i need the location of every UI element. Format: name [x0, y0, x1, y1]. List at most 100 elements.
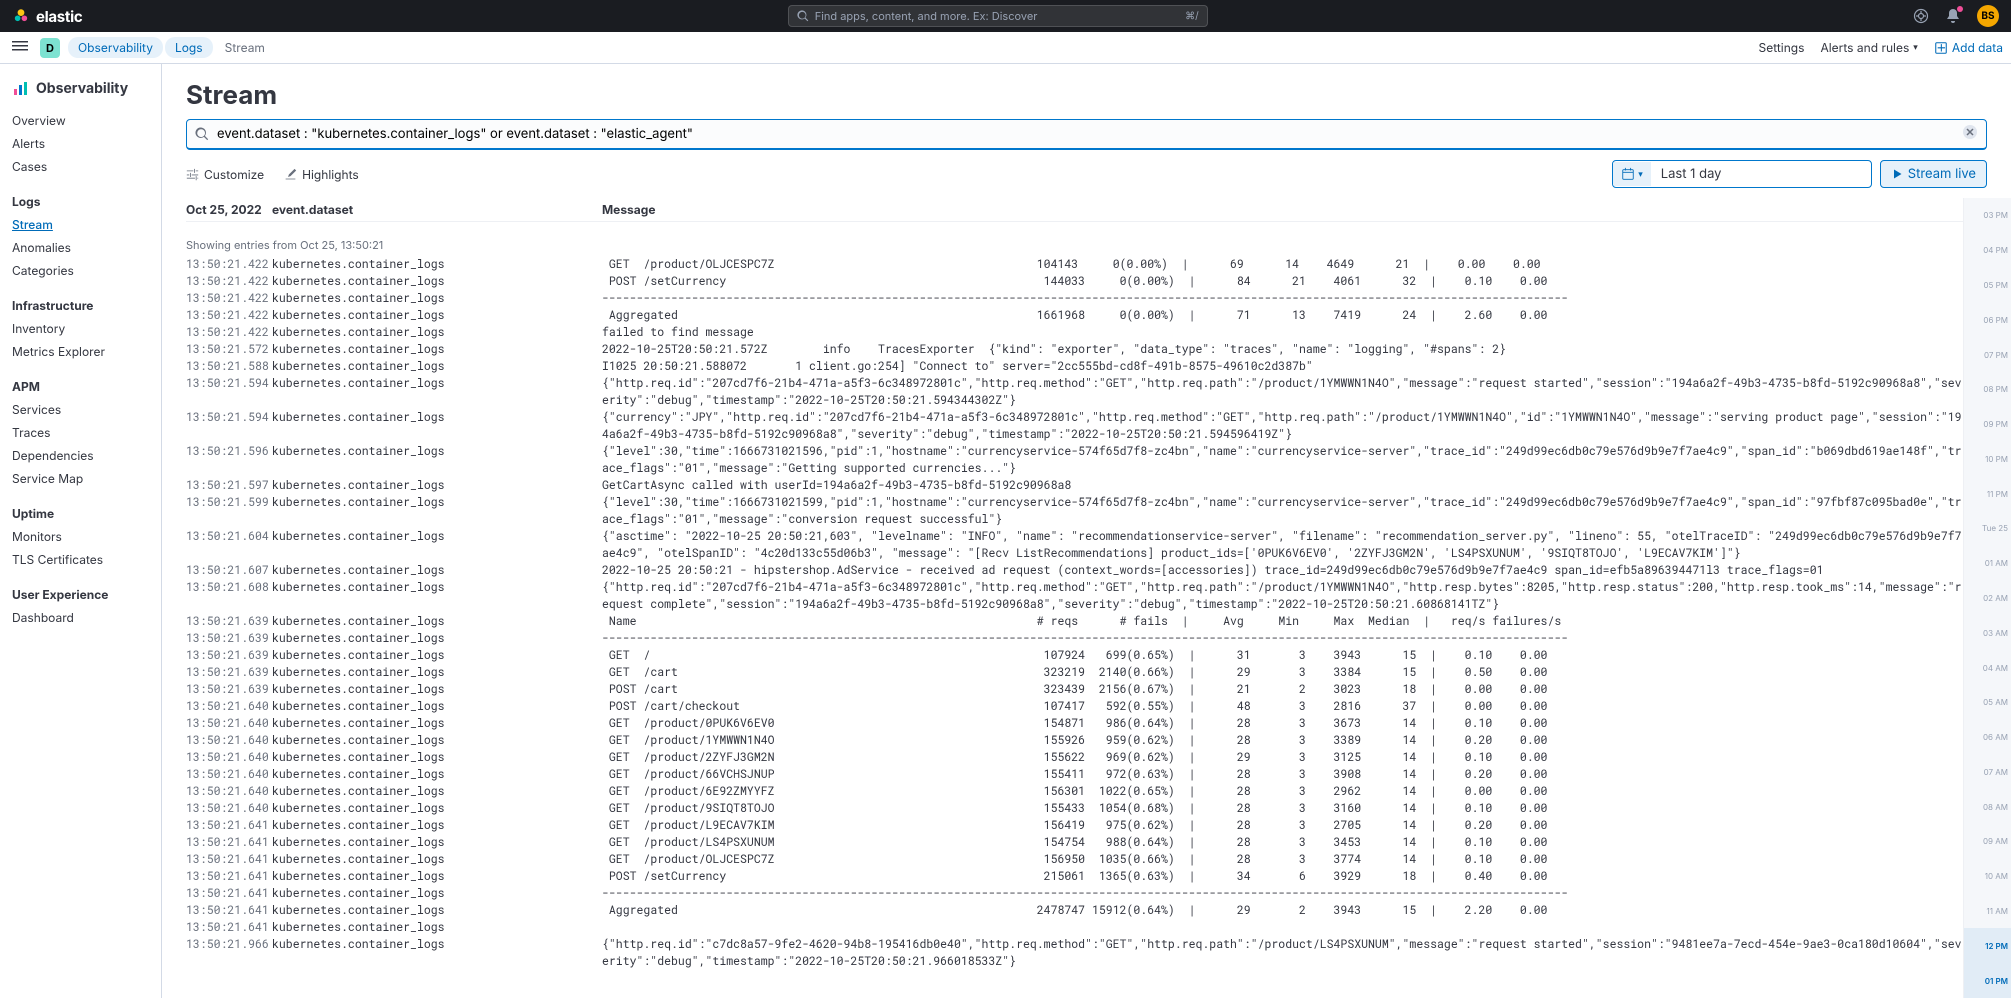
minimap-tick[interactable]: 12 PM: [1964, 928, 2011, 963]
log-row[interactable]: 13:50:21.594kubernetes.container_logs{"c…: [186, 409, 1963, 443]
minimap-tick[interactable]: 03 AM: [1964, 615, 2011, 650]
clear-query-icon[interactable]: [1962, 124, 1978, 144]
sidebar-item-anomalies[interactable]: Anomalies: [8, 236, 153, 259]
log-row[interactable]: 13:50:21.641kubernetes.container_logs GE…: [186, 817, 1963, 834]
minimap-tick[interactable]: 11 PM: [1964, 476, 2011, 511]
stream-live-button[interactable]: Stream live: [1880, 160, 1987, 188]
minimap-tick[interactable]: 10 PM: [1964, 441, 2011, 476]
log-dataset: kubernetes.container_logs: [272, 919, 602, 936]
query-bar[interactable]: [186, 119, 1987, 150]
minimap-tick[interactable]: 09 AM: [1964, 824, 2011, 859]
log-row[interactable]: 13:50:21.640kubernetes.container_logs GE…: [186, 749, 1963, 766]
minimap-tick[interactable]: 04 PM: [1964, 233, 2011, 268]
log-row[interactable]: 13:50:21.640kubernetes.container_logs GE…: [186, 732, 1963, 749]
date-range-display[interactable]: Last 1 day: [1651, 161, 1871, 187]
minimap-tick[interactable]: 07 PM: [1964, 337, 2011, 372]
query-input[interactable]: [217, 126, 1954, 142]
settings-link[interactable]: Settings: [1759, 40, 1805, 55]
log-message: {"http.req.id":"207cd7f6-21b4-471a-a5f3-…: [602, 579, 1963, 613]
log-minimap[interactable]: 03 PM04 PM05 PM06 PM07 PM08 PM09 PM10 PM…: [1963, 198, 2011, 998]
minimap-tick[interactable]: Tue 25: [1964, 511, 2011, 546]
minimap-tick[interactable]: 06 PM: [1964, 302, 2011, 337]
date-picker[interactable]: ▾ Last 1 day: [1612, 160, 1872, 188]
log-row[interactable]: 13:50:21.640kubernetes.container_logs PO…: [186, 698, 1963, 715]
log-row[interactable]: 13:50:21.607kubernetes.container_logs202…: [186, 562, 1963, 579]
log-row[interactable]: 13:50:21.639kubernetes.container_logs GE…: [186, 647, 1963, 664]
log-row[interactable]: 13:50:21.422kubernetes.container_logsfai…: [186, 324, 1963, 341]
minimap-tick[interactable]: 07 AM: [1964, 755, 2011, 790]
minimap-tick[interactable]: 08 PM: [1964, 372, 2011, 407]
log-row[interactable]: 13:50:21.641kubernetes.container_logs Ag…: [186, 902, 1963, 919]
minimap-tick[interactable]: 05 AM: [1964, 685, 2011, 720]
minimap-tick[interactable]: 09 PM: [1964, 407, 2011, 442]
log-row[interactable]: 13:50:21.966kubernetes.container_logs{"h…: [186, 936, 1963, 970]
log-row[interactable]: 13:50:21.572kubernetes.container_logs202…: [186, 341, 1963, 358]
alerts-rules-dropdown[interactable]: Alerts and rules ▾: [1820, 40, 1917, 55]
log-row[interactable]: 13:50:21.639kubernetes.container_logs GE…: [186, 664, 1963, 681]
sidebar-item-categories[interactable]: Categories: [8, 259, 153, 282]
sidebar-item-dashboard[interactable]: Dashboard: [8, 606, 153, 629]
minimap-tick[interactable]: 04 AM: [1964, 650, 2011, 685]
customize-button[interactable]: Customize: [186, 167, 264, 182]
sidebar-item-metrics-explorer[interactable]: Metrics Explorer: [8, 340, 153, 363]
minimap-tick[interactable]: 11 AM: [1964, 894, 2011, 929]
log-row[interactable]: 13:50:21.597kubernetes.container_logsGet…: [186, 477, 1963, 494]
log-row[interactable]: 13:50:21.604kubernetes.container_logs{"a…: [186, 528, 1963, 562]
help-icon[interactable]: [1913, 8, 1929, 24]
log-row[interactable]: 13:50:21.641kubernetes.container_logs GE…: [186, 834, 1963, 851]
sidebar-item-service-map[interactable]: Service Map: [8, 467, 153, 490]
sidebar-item-services[interactable]: Services: [8, 398, 153, 421]
log-row[interactable]: 13:50:21.640kubernetes.container_logs GE…: [186, 800, 1963, 817]
minimap-tick[interactable]: 01 AM: [1964, 546, 2011, 581]
sidebar-item-tls-certificates[interactable]: TLS Certificates: [8, 548, 153, 571]
log-row[interactable]: 13:50:21.422kubernetes.container_logs GE…: [186, 256, 1963, 273]
log-row[interactable]: 13:50:21.641kubernetes.container_logs: [186, 919, 1963, 936]
log-row[interactable]: 13:50:21.588kubernetes.container_logsI10…: [186, 358, 1963, 375]
minimap-tick[interactable]: 01 PM: [1964, 963, 2011, 998]
minimap-tick[interactable]: 06 AM: [1964, 720, 2011, 755]
sidebar-item-traces[interactable]: Traces: [8, 421, 153, 444]
minimap-tick[interactable]: 02 AM: [1964, 581, 2011, 616]
log-row[interactable]: 13:50:21.422kubernetes.container_logs PO…: [186, 273, 1963, 290]
log-row[interactable]: 13:50:21.641kubernetes.container_logs---…: [186, 885, 1963, 902]
log-row[interactable]: 13:50:21.596kubernetes.container_logs{"l…: [186, 443, 1963, 477]
sidebar-item-overview[interactable]: Overview: [8, 109, 153, 132]
minimap-tick[interactable]: 05 PM: [1964, 268, 2011, 303]
breadcrumb-logs[interactable]: Logs: [165, 37, 213, 58]
log-row[interactable]: 13:50:21.639kubernetes.container_logs---…: [186, 630, 1963, 647]
global-search[interactable]: Find apps, content, and more. Ex: Discov…: [788, 5, 1208, 27]
log-row[interactable]: 13:50:21.640kubernetes.container_logs GE…: [186, 783, 1963, 800]
log-row[interactable]: 13:50:21.639kubernetes.container_logs Na…: [186, 613, 1963, 630]
sidebar-item-alerts[interactable]: Alerts: [8, 132, 153, 155]
space-selector[interactable]: D: [40, 38, 60, 58]
sidebar-item-stream[interactable]: Stream: [8, 213, 153, 236]
user-avatar[interactable]: BS: [1977, 5, 1999, 27]
brand-logo[interactable]: elastic: [12, 7, 82, 26]
sidebar-item-monitors[interactable]: Monitors: [8, 525, 153, 548]
controls-icon: [186, 168, 199, 181]
log-row[interactable]: 13:50:21.594kubernetes.container_logs{"h…: [186, 375, 1963, 409]
minimap-tick[interactable]: 10 AM: [1964, 859, 2011, 894]
calendar-icon[interactable]: ▾: [1613, 162, 1651, 186]
minimap-tick[interactable]: 03 PM: [1964, 198, 2011, 233]
log-row[interactable]: 13:50:21.422kubernetes.container_logs---…: [186, 290, 1963, 307]
add-data-link[interactable]: Add data: [1934, 40, 2003, 55]
newsfeed-icon[interactable]: [1945, 8, 1961, 24]
log-row[interactable]: 13:50:21.639kubernetes.container_logs PO…: [186, 681, 1963, 698]
sidebar-item-dependencies[interactable]: Dependencies: [8, 444, 153, 467]
log-row[interactable]: 13:50:21.640kubernetes.container_logs GE…: [186, 766, 1963, 783]
sidebar-title[interactable]: Observability: [8, 76, 153, 101]
log-row[interactable]: 13:50:21.422kubernetes.container_logs Ag…: [186, 307, 1963, 324]
log-row[interactable]: 13:50:21.608kubernetes.container_logs{"h…: [186, 579, 1963, 613]
sidebar-item-cases[interactable]: Cases: [8, 155, 153, 178]
breadcrumb-observability[interactable]: Observability: [68, 37, 163, 58]
log-dataset: kubernetes.container_logs: [272, 375, 602, 409]
log-row[interactable]: 13:50:21.641kubernetes.container_logs GE…: [186, 851, 1963, 868]
sidebar-item-inventory[interactable]: Inventory: [8, 317, 153, 340]
log-row[interactable]: 13:50:21.641kubernetes.container_logs PO…: [186, 868, 1963, 885]
log-row[interactable]: 13:50:21.599kubernetes.container_logs{"l…: [186, 494, 1963, 528]
nav-toggle[interactable]: [8, 34, 32, 62]
log-row[interactable]: 13:50:21.640kubernetes.container_logs GE…: [186, 715, 1963, 732]
minimap-tick[interactable]: 08 AM: [1964, 789, 2011, 824]
highlights-button[interactable]: Highlights: [284, 167, 359, 182]
